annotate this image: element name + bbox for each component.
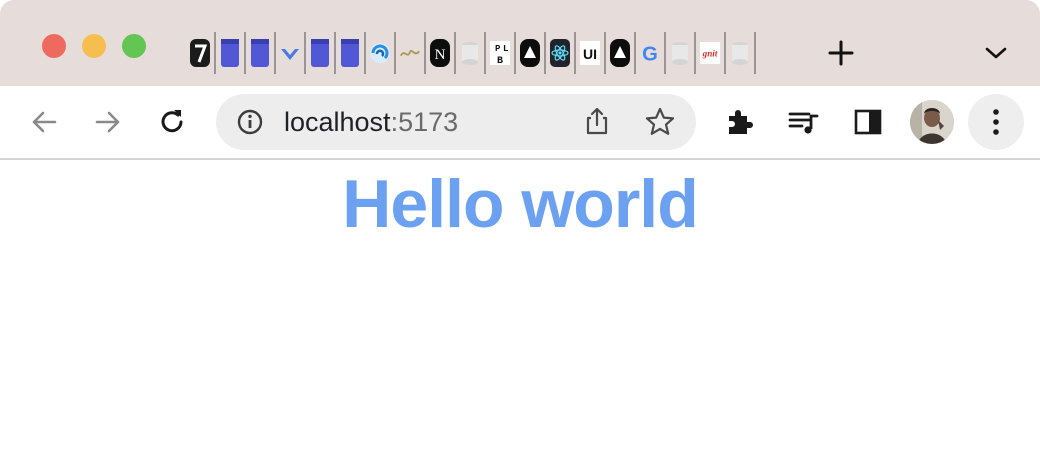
- zoom-window-button[interactable]: [122, 34, 146, 58]
- svg-text:B: B: [497, 56, 503, 67]
- star-icon[interactable]: [644, 106, 676, 138]
- minimize-window-button[interactable]: [82, 34, 106, 58]
- olive-script-logo-icon: [399, 38, 421, 68]
- indigo-bookmark-icon: [339, 38, 361, 68]
- extensions-button[interactable]: [716, 98, 764, 146]
- google-g-icon: G: [639, 38, 661, 68]
- pinned-tab[interactable]: N: [426, 32, 456, 74]
- pinned-tab[interactable]: [546, 32, 576, 74]
- pinned-tab[interactable]: [186, 32, 216, 74]
- forward-button[interactable]: [84, 98, 132, 146]
- svg-text:P: P: [495, 44, 501, 54]
- new-tab-button[interactable]: [826, 38, 856, 68]
- ui-logo-icon: UI: [579, 38, 601, 68]
- pinned-tab[interactable]: [216, 32, 246, 74]
- info-icon[interactable]: [236, 108, 264, 136]
- pinned-tab[interactable]: [396, 32, 426, 74]
- pinned-tab[interactable]: PLB: [486, 32, 516, 74]
- svg-text:G: G: [642, 43, 658, 65]
- plus-icon: [828, 40, 854, 66]
- pinned-tabs: N PLB UI G gnit: [186, 32, 756, 74]
- pinned-tab[interactable]: [456, 32, 486, 74]
- triangle-logo-icon: [609, 38, 631, 68]
- tab-search-button[interactable]: [982, 40, 1010, 66]
- indigo-bookmark-icon: [219, 38, 241, 68]
- address-bar[interactable]: localhost:5173: [216, 94, 696, 150]
- blue-swirl-icon: [369, 38, 391, 68]
- pinned-tab[interactable]: G: [636, 32, 666, 74]
- side-panel-button[interactable]: [844, 98, 892, 146]
- browser-toolbar: localhost:5173: [0, 86, 1040, 160]
- gray-database-icon: [459, 38, 481, 68]
- page-heading: Hello world: [342, 166, 698, 242]
- more-vertical-icon: [993, 109, 999, 135]
- gray-database-icon: [669, 38, 691, 68]
- pinned-tab[interactable]: UI: [576, 32, 606, 74]
- pinned-tab[interactable]: [606, 32, 636, 74]
- menu-button[interactable]: [968, 94, 1024, 150]
- pinned-tab[interactable]: [726, 32, 756, 74]
- red-script-logo-icon: gnit: [699, 38, 721, 68]
- gray-database-icon: [729, 38, 751, 68]
- arrow-left-icon: [32, 111, 57, 133]
- pinned-tab[interactable]: [306, 32, 336, 74]
- blue-chevron-icon: [279, 38, 301, 68]
- pinned-tab[interactable]: [336, 32, 366, 74]
- pinned-tab[interactable]: [366, 32, 396, 74]
- tab-strip: N PLB UI G gnit: [0, 0, 1040, 86]
- seven-logo-icon: [189, 38, 211, 68]
- plb-logo-icon: PLB: [489, 38, 511, 68]
- indigo-bookmark-icon: [309, 38, 331, 68]
- page-content: Hello world: [0, 160, 1040, 476]
- reload-icon: [161, 110, 183, 133]
- svg-text:gnit: gnit: [702, 49, 718, 59]
- back-button[interactable]: [20, 98, 68, 146]
- url-host: localhost: [284, 107, 391, 137]
- pinned-tab[interactable]: [246, 32, 276, 74]
- pinned-tab[interactable]: [666, 32, 696, 74]
- svg-text:L: L: [503, 44, 508, 54]
- pinned-tab[interactable]: gnit: [696, 32, 726, 74]
- reload-button[interactable]: [148, 98, 196, 146]
- queue-music-icon: [788, 112, 819, 134]
- indigo-bookmark-icon: [249, 38, 271, 68]
- browser-window: N PLB UI G gnit localhost:5173 Hello wor…: [0, 0, 1040, 476]
- react-logo-icon: [549, 38, 571, 68]
- n-logo-icon: N: [429, 38, 451, 68]
- url-port: :5173: [390, 107, 459, 137]
- url-text[interactable]: localhost:5173: [284, 107, 458, 137]
- close-window-button[interactable]: [42, 34, 66, 58]
- profile-photo-icon: [910, 100, 954, 144]
- chevron-down-icon: [985, 47, 1007, 59]
- pinned-tab[interactable]: [516, 32, 546, 74]
- profile-avatar[interactable]: [910, 100, 954, 144]
- pinned-tab[interactable]: [276, 32, 306, 74]
- media-controls-button[interactable]: [780, 98, 828, 146]
- svg-text:UI: UI: [583, 46, 597, 62]
- share-icon[interactable]: [582, 106, 612, 136]
- svg-text:N: N: [435, 47, 446, 63]
- arrow-right-icon: [95, 111, 120, 133]
- side-panel-icon: [854, 109, 882, 135]
- triangle-logo-icon: [519, 38, 541, 68]
- puzzle-piece-icon: [729, 110, 753, 134]
